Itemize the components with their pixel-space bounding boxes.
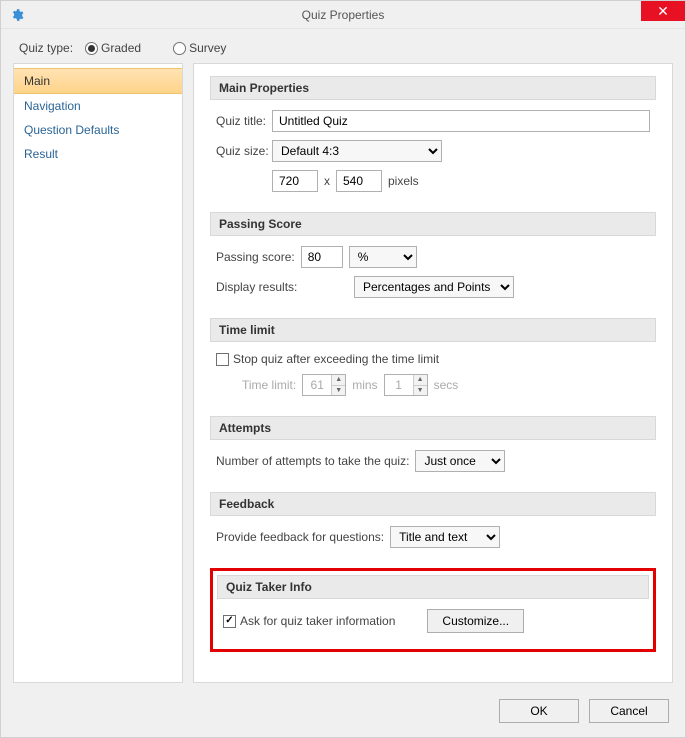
stop-quiz-checkbox[interactable]: Stop quiz after exceeding the time limit (216, 352, 439, 366)
quiz-title-input[interactable] (272, 110, 650, 132)
checkbox-icon (216, 353, 229, 366)
sidebar-item-main[interactable]: Main (14, 68, 182, 94)
sidebar-item-result[interactable]: Result (14, 142, 182, 166)
x-label: x (324, 174, 330, 188)
checkbox-icon (223, 615, 236, 628)
mins-label: mins (352, 378, 377, 392)
ask-info-label: Ask for quiz taker information (240, 614, 395, 628)
passing-score-unit-select[interactable]: % (349, 246, 417, 268)
quiz-size-label: Quiz size: (216, 144, 266, 158)
dialog-window: Quiz Properties ✕ Quiz type: Graded Surv… (0, 0, 686, 738)
radio-icon (173, 42, 186, 55)
sidebar-item-question-defaults[interactable]: Question Defaults (14, 118, 182, 142)
feedback-label: Provide feedback for questions: (216, 530, 384, 544)
pixels-label: pixels (388, 174, 419, 188)
display-results-label: Display results: (216, 280, 348, 294)
quiz-size-select[interactable]: Default 4:3 (272, 140, 442, 162)
section-header-quiz-taker-info: Quiz Taker Info (217, 575, 649, 599)
display-results-select[interactable]: Percentages and Points (354, 276, 514, 298)
chevron-down-icon: ▼ (414, 386, 427, 396)
mins-input (303, 375, 331, 395)
sidebar: Main Navigation Question Defaults Result (13, 63, 183, 683)
sidebar-item-navigation[interactable]: Navigation (14, 94, 182, 118)
content-panel: Main Properties Quiz title: Quiz size: D… (193, 63, 673, 683)
customize-button[interactable]: Customize... (427, 609, 524, 633)
width-input[interactable] (272, 170, 318, 192)
radio-graded-label: Graded (101, 41, 141, 55)
radio-survey[interactable]: Survey (173, 41, 226, 55)
passing-score-input[interactable] (301, 246, 343, 268)
close-icon: ✕ (657, 3, 669, 20)
passing-score-label: Passing score: (216, 250, 295, 264)
customize-button-label: Customize... (442, 614, 509, 628)
quiz-title-label: Quiz title: (216, 114, 266, 128)
time-limit-label: Time limit: (242, 378, 296, 392)
cancel-button[interactable]: Cancel (589, 699, 669, 723)
section-header-attempts: Attempts (210, 416, 656, 440)
section-header-passing-score: Passing Score (210, 212, 656, 236)
ok-button-label: OK (530, 704, 547, 718)
dialog-footer: OK Cancel (1, 691, 685, 737)
chevron-up-icon: ▲ (332, 375, 345, 386)
mins-spinner[interactable]: ▲▼ (302, 374, 346, 396)
stop-quiz-label: Stop quiz after exceeding the time limit (233, 352, 439, 366)
radio-graded[interactable]: Graded (85, 41, 141, 55)
feedback-select[interactable]: Title and text (390, 526, 500, 548)
sidebar-item-label: Main (24, 74, 50, 88)
chevron-up-icon: ▲ (414, 375, 427, 386)
highlight-box: Quiz Taker Info Ask for quiz taker infor… (210, 568, 656, 652)
secs-spinner[interactable]: ▲▼ (384, 374, 428, 396)
secs-label: secs (434, 378, 459, 392)
quiz-type-row: Quiz type: Graded Survey (1, 29, 685, 63)
sidebar-item-label: Result (24, 147, 58, 161)
dialog-title: Quiz Properties (1, 8, 685, 22)
cancel-button-label: Cancel (610, 704, 647, 718)
close-button[interactable]: ✕ (641, 1, 685, 21)
radio-survey-label: Survey (189, 41, 226, 55)
height-input[interactable] (336, 170, 382, 192)
gear-icon (9, 7, 25, 23)
quiz-type-label: Quiz type: (19, 41, 73, 55)
ok-button[interactable]: OK (499, 699, 579, 723)
titlebar: Quiz Properties ✕ (1, 1, 685, 29)
radio-icon (85, 42, 98, 55)
attempts-label: Number of attempts to take the quiz: (216, 454, 409, 468)
section-header-feedback: Feedback (210, 492, 656, 516)
section-header-time-limit: Time limit (210, 318, 656, 342)
attempts-select[interactable]: Just once (415, 450, 505, 472)
chevron-down-icon: ▼ (332, 386, 345, 396)
sidebar-item-label: Question Defaults (24, 123, 119, 137)
secs-input (385, 375, 413, 395)
sidebar-item-label: Navigation (24, 99, 81, 113)
section-header-main-properties: Main Properties (210, 76, 656, 100)
ask-info-checkbox[interactable]: Ask for quiz taker information (223, 614, 395, 628)
